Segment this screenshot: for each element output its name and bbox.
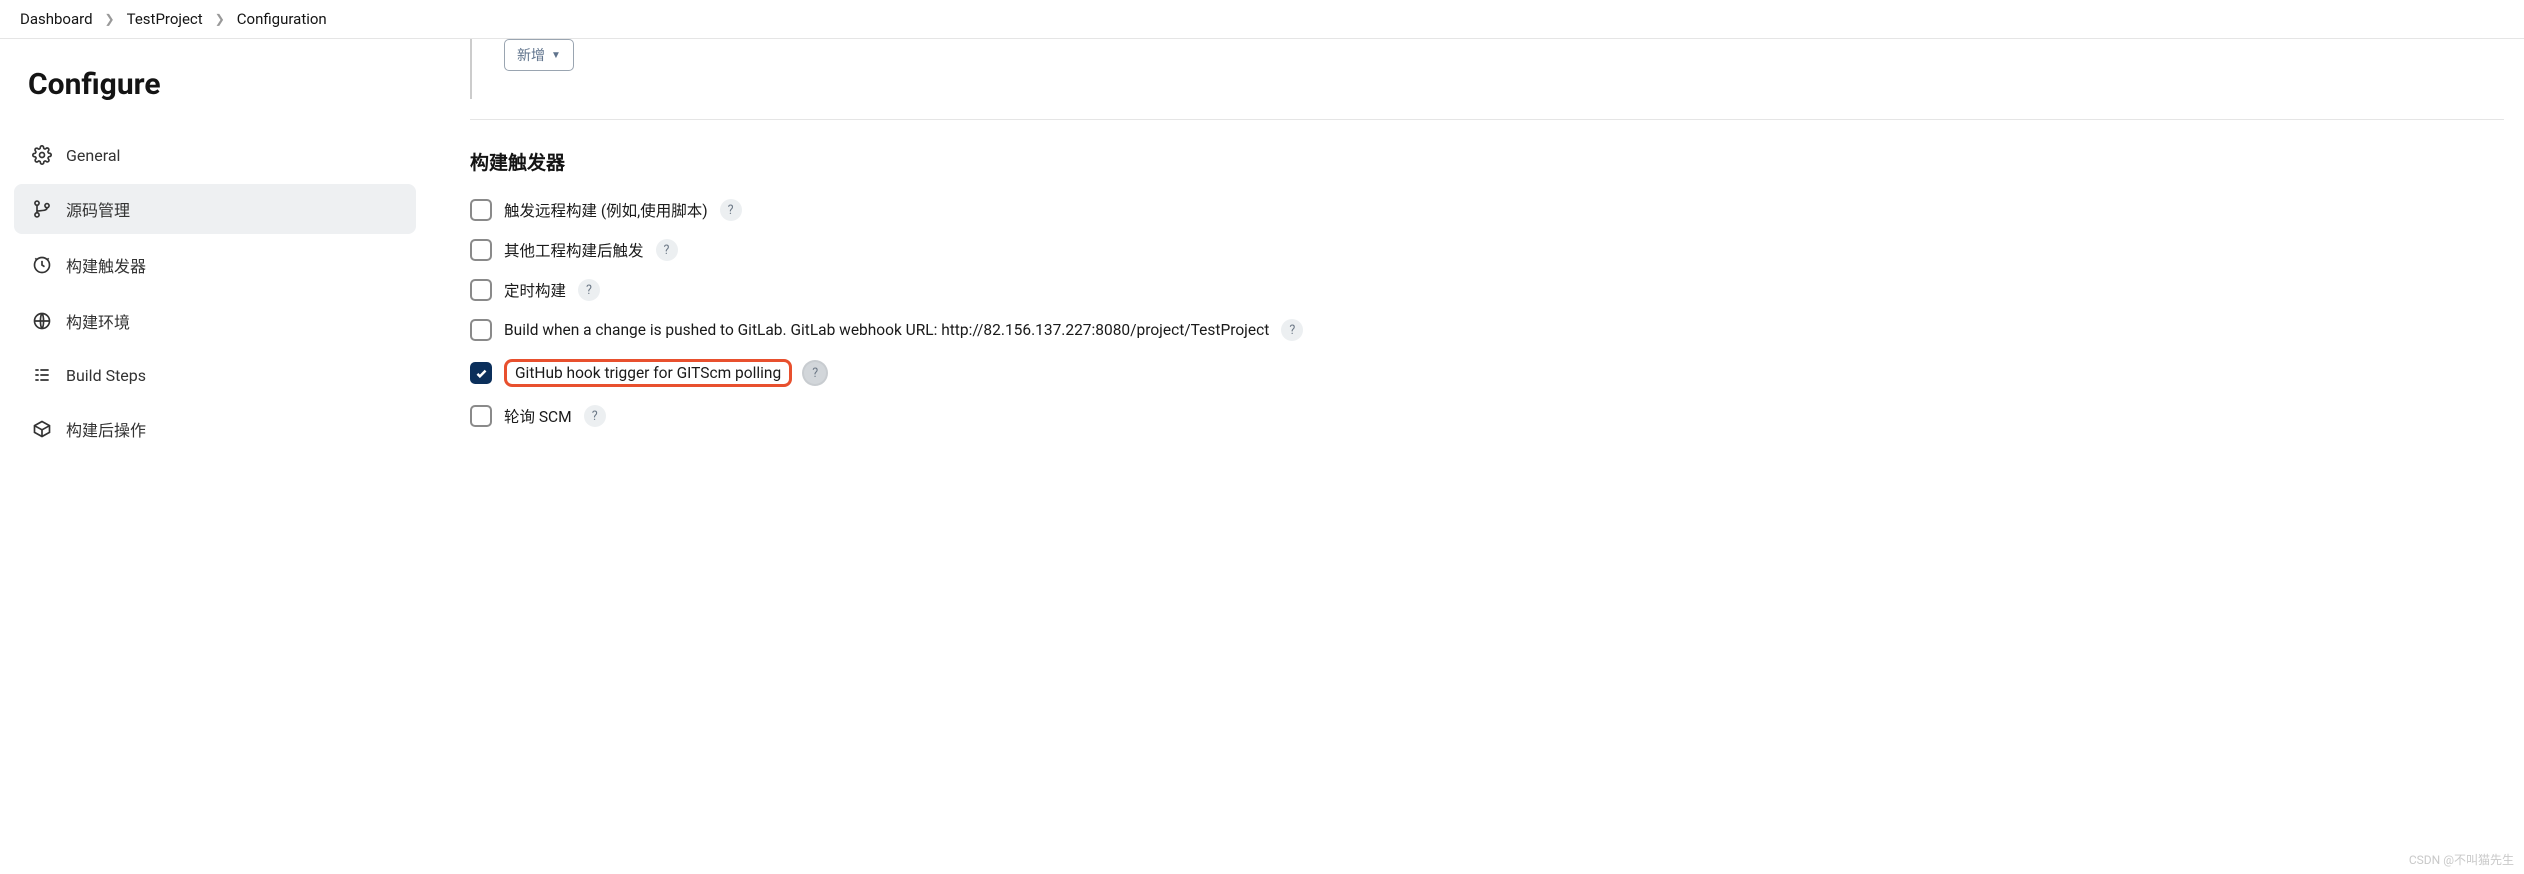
clock-icon [32,255,52,275]
option-gitlab-push[interactable]: Build when a change is pushed to GitLab.… [470,319,2504,341]
option-after-other-projects[interactable]: 其他工程构建后触发 ? [470,239,2504,261]
sidebar-item-label: Build Steps [66,366,146,385]
sidebar-item-build-steps[interactable]: Build Steps [14,352,416,398]
page-title: Configure [28,67,402,102]
caret-down-icon: ▼ [551,50,561,61]
section-title-triggers: 构建触发器 [470,148,2504,175]
add-button-panel: 新增 ▼ [470,39,2504,99]
breadcrumb: Dashboard ❯ TestProject ❯ Configuration [0,0,2524,39]
sidebar-item-label: General [66,146,120,165]
box-icon [32,419,52,439]
gear-icon [32,145,52,165]
checkbox[interactable] [470,239,492,261]
sidebar-item-label: 源码管理 [66,197,130,221]
option-label: 定时构建 [504,279,566,301]
help-icon[interactable]: ? [584,405,606,427]
checkbox[interactable] [470,279,492,301]
option-label: GitHub hook trigger for GITScm polling [515,364,781,382]
highlight-annotation: GitHub hook trigger for GITScm polling [504,359,792,387]
add-button-label: 新增 [517,45,545,65]
option-poll-scm[interactable]: 轮询 SCM ? [470,405,2504,427]
checkbox[interactable] [470,405,492,427]
branch-icon [32,199,52,219]
sidebar-item-triggers[interactable]: 构建触发器 [14,240,416,290]
option-label: 其他工程构建后触发 [504,239,644,261]
sidebar-item-source[interactable]: 源码管理 [14,184,416,234]
watermark: CSDN @不叫猫先生 [2409,851,2514,868]
option-scheduled[interactable]: 定时构建 ? [470,279,2504,301]
check-icon [475,367,488,380]
section-divider [470,119,2504,120]
help-icon[interactable]: ? [578,279,600,301]
breadcrumb-item-dashboard[interactable]: Dashboard [20,10,93,28]
steps-icon [32,365,52,385]
option-remote-trigger[interactable]: 触发远程构建 (例如,使用脚本) ? [470,199,2504,221]
globe-icon [32,311,52,331]
option-label: 轮询 SCM [504,405,572,427]
chevron-right-icon: ❯ [105,12,115,26]
help-icon[interactable]: ? [804,362,826,384]
option-label: Build when a change is pushed to GitLab.… [504,321,1269,339]
help-icon[interactable]: ? [1281,319,1303,341]
main-content: 新增 ▼ 构建触发器 触发远程构建 (例如,使用脚本) ? 其他工程构建后触发 … [430,39,2524,485]
checkbox-checked[interactable] [470,362,492,384]
sidebar-item-post-build[interactable]: 构建后操作 [14,404,416,454]
sidebar-item-label: 构建触发器 [66,253,146,277]
sidebar-item-env[interactable]: 构建环境 [14,296,416,346]
sidebar-item-general[interactable]: General [14,132,416,178]
option-label: 触发远程构建 (例如,使用脚本) [504,199,708,221]
breadcrumb-item-project[interactable]: TestProject [127,10,203,28]
add-button[interactable]: 新增 ▼ [504,39,574,71]
sidebar-item-label: 构建环境 [66,309,130,333]
breadcrumb-item-configuration[interactable]: Configuration [237,10,327,28]
chevron-right-icon: ❯ [215,12,225,26]
help-icon[interactable]: ? [720,199,742,221]
checkbox[interactable] [470,199,492,221]
help-icon[interactable]: ? [656,239,678,261]
checkbox[interactable] [470,319,492,341]
sidebar-item-label: 构建后操作 [66,417,146,441]
option-github-hook[interactable]: GitHub hook trigger for GITScm polling ? [470,359,2504,387]
sidebar: Configure General 源码管理 构建触发器 构建环境 [0,39,430,485]
